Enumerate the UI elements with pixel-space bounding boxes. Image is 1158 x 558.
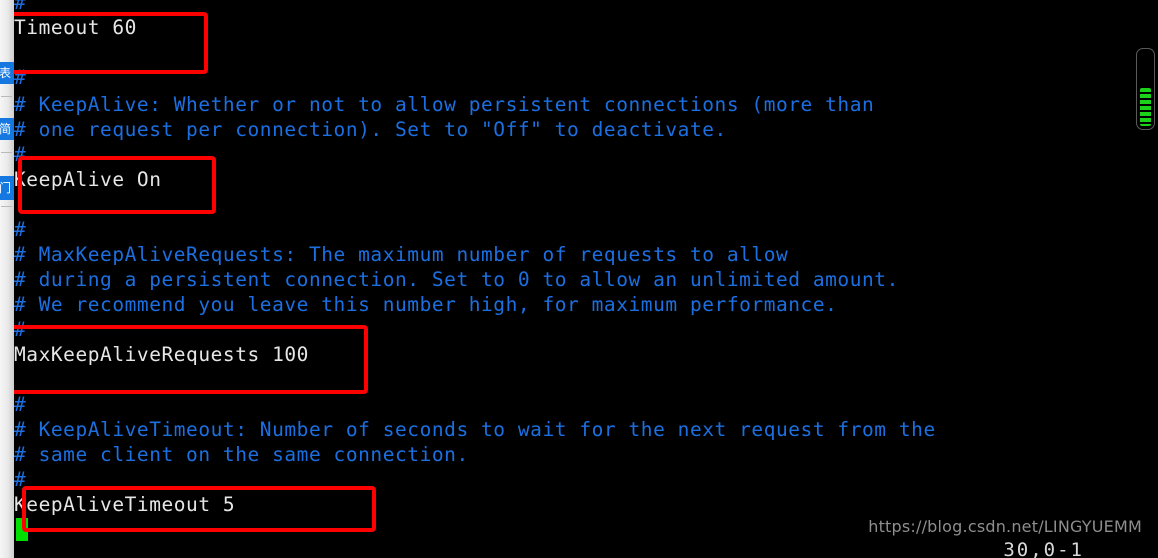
config-comment-line: # KeepAliveTimeout: Number of seconds to…: [14, 418, 936, 441]
ime-toolbar-strip[interactable]: 表简门: [0, 0, 14, 558]
maxkeepalive-directive-highlight: [2, 325, 368, 394]
vertical-scrollbar-thumb[interactable]: [1140, 88, 1151, 126]
ime-toolbar-divider: [1, 206, 12, 207]
config-comment-line: # same client on the same connection.: [14, 443, 469, 466]
config-comment-line: # during a persistent connection. Set to…: [14, 268, 899, 291]
ime-toolbar-divider: [1, 152, 12, 153]
config-comment-line: # MaxKeepAliveRequests: The maximum numb…: [14, 243, 789, 266]
keepalivetimeout-directive-highlight: [22, 486, 376, 532]
ime-toolbar-icon[interactable]: 门: [0, 176, 14, 200]
config-comment-line: #: [14, 218, 27, 241]
terminal-screen: 表简门 # Timeout 60 # # KeepAlive: Whether or …: [0, 0, 1158, 558]
ime-toolbar-icon[interactable]: 表: [0, 62, 14, 84]
watermark-url: https://blog.csdn.net/LINGYUEMM: [868, 517, 1142, 536]
config-comment-line: # KeepAlive: Whether or not to allow per…: [14, 93, 875, 116]
timeout-directive-highlight: [8, 12, 208, 74]
keepalive-directive-highlight: [18, 156, 216, 214]
config-comment-line: # We recommend you leave this number hig…: [14, 293, 838, 316]
vim-status-position: 30,0-1: [1003, 539, 1084, 558]
vim-editor-text-area[interactable]: # Timeout 60 # # KeepAlive: Whether or not …: [14, 0, 1158, 558]
ime-toolbar-icon[interactable]: 简: [0, 118, 14, 140]
ime-toolbar-divider: [1, 96, 12, 97]
config-comment-line: # one request per connection). Set to "O…: [14, 118, 727, 141]
config-comment-line: #: [14, 393, 27, 416]
